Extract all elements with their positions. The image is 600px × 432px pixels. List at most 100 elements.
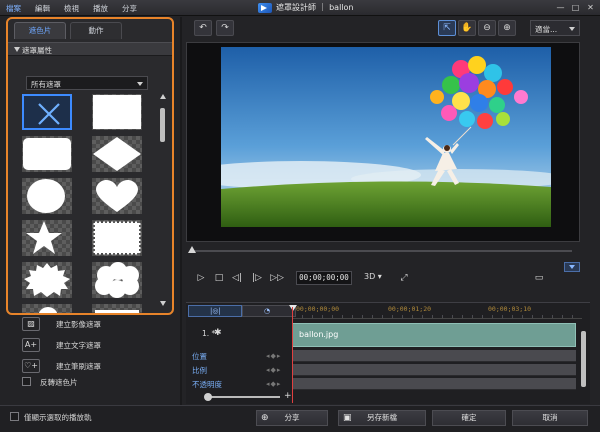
share-button[interactable]: ⊕ 分享 bbox=[256, 410, 328, 426]
zoom-in-icon[interactable]: + bbox=[284, 391, 294, 401]
invert-mask-checkbox[interactable] bbox=[22, 377, 31, 386]
tab-timeline-clock[interactable]: ◔ bbox=[242, 305, 296, 317]
timecode-display[interactable]: 00;00;00;00 bbox=[296, 271, 352, 285]
balloon-girl-photo bbox=[221, 47, 551, 227]
scroll-up-icon[interactable] bbox=[160, 94, 166, 99]
create-text-mask-label: 建立文字遮罩 bbox=[56, 341, 101, 350]
create-brush-mask-button[interactable]: ♡+ 建立筆刷遮罩 bbox=[22, 356, 172, 377]
heart-shape-icon bbox=[96, 180, 138, 212]
next-frame-icon[interactable]: |▷ bbox=[250, 270, 264, 286]
chevron-down-icon bbox=[137, 82, 143, 86]
timeline-scroll-thumb[interactable] bbox=[581, 331, 586, 387]
window-title-text: 遮罩設計師 ｜ ballon bbox=[276, 3, 354, 12]
save-as-label: 另存新檔 bbox=[367, 413, 397, 422]
scroll-thumb[interactable] bbox=[160, 108, 165, 142]
keyframe-row-label: 不透明度 bbox=[192, 380, 222, 389]
menu-view[interactable]: 檢視 bbox=[64, 3, 79, 14]
create-text-mask-button[interactable]: A+ 建立文字遮罩 bbox=[22, 335, 172, 356]
mask-rectangle[interactable] bbox=[92, 94, 142, 130]
cancel-button[interactable]: 取消 bbox=[512, 410, 588, 426]
zoom-level-dropdown[interactable]: 適當... bbox=[530, 20, 580, 36]
hand-tool-icon[interactable]: ✋ bbox=[458, 20, 476, 36]
show-selected-track-checkbox[interactable] bbox=[10, 412, 19, 421]
keyframe-lane[interactable] bbox=[292, 364, 576, 376]
no-mask-x-icon bbox=[38, 103, 60, 125]
time-ruler[interactable]: 00;00;00;00 00;00;01;20 00;00;03;10 bbox=[292, 305, 582, 319]
keyframe-row-scale: 比例 ◂◆▸ bbox=[188, 363, 580, 377]
clip-name: ballon.jpg bbox=[299, 330, 339, 339]
timeline-scrollbar[interactable] bbox=[580, 323, 587, 397]
mask-none[interactable] bbox=[22, 94, 72, 130]
keyframe-view-icon: |◎| bbox=[210, 307, 221, 315]
timeline-zoom-slider[interactable]: + bbox=[188, 391, 580, 401]
panel-tabs: 遮色片 動作 bbox=[14, 22, 122, 39]
track-settings-icon[interactable]: ✱ bbox=[214, 328, 222, 338]
3d-mode-toggle[interactable]: 3D ▾ bbox=[364, 272, 382, 281]
circle-shape-icon bbox=[27, 179, 65, 213]
zoom-out-icon[interactable]: ⊖ bbox=[478, 20, 496, 36]
previous-frame-icon[interactable]: ◁| bbox=[230, 270, 244, 286]
ruler-tick-label: 00;00;01;20 bbox=[388, 305, 432, 313]
scrubber-handle[interactable] bbox=[188, 246, 196, 253]
brush-mask-icon: ♡+ bbox=[22, 359, 40, 373]
zoom-level-value: 適當... bbox=[535, 25, 558, 34]
ok-button[interactable]: 確定 bbox=[432, 410, 506, 426]
mask-create-actions: ▨ 建立影像遮罩 A+ 建立文字遮罩 ♡+ 建立筆刷遮罩 bbox=[22, 314, 172, 377]
mask-stamp[interactable] bbox=[92, 220, 142, 256]
mask-gallery bbox=[22, 94, 152, 313]
mask-heart[interactable] bbox=[92, 178, 142, 214]
diamond-shape-icon bbox=[93, 137, 141, 171]
minimize-button[interactable]: — bbox=[555, 2, 566, 13]
app-logo-icon bbox=[258, 2, 272, 13]
zoom-in-icon[interactable]: ⊕ bbox=[498, 20, 516, 36]
menu-edit[interactable]: 編輯 bbox=[35, 3, 50, 14]
share-label: 分享 bbox=[284, 413, 300, 422]
play-icon[interactable]: ▷ bbox=[194, 270, 208, 286]
preview-image bbox=[221, 47, 551, 227]
tab-mask[interactable]: 遮色片 bbox=[14, 22, 66, 39]
tab-motion[interactable]: 動作 bbox=[70, 22, 122, 39]
mask-cloud[interactable] bbox=[92, 262, 142, 298]
preview-canvas[interactable] bbox=[186, 42, 580, 242]
zoom-slider-track[interactable] bbox=[208, 396, 280, 398]
select-move-tool-icon[interactable]: ⇱ bbox=[438, 20, 456, 36]
menu-share[interactable]: 分享 bbox=[122, 3, 137, 14]
timeline-playhead[interactable] bbox=[289, 305, 297, 311]
scroll-down-icon[interactable] bbox=[160, 301, 166, 306]
mask-gallery-scrollbar[interactable] bbox=[159, 94, 167, 306]
close-button[interactable]: ✕ bbox=[585, 2, 596, 13]
star-shape-icon bbox=[26, 221, 62, 254]
tab-timeline-keyframes[interactable]: |◎| bbox=[188, 305, 242, 317]
mask-circle[interactable] bbox=[22, 178, 72, 214]
keyframe-nav-icon[interactable]: ◂◆▸ bbox=[266, 380, 281, 388]
menu-file[interactable]: 檔案 bbox=[6, 3, 21, 14]
create-image-mask-button[interactable]: ▨ 建立影像遮罩 bbox=[22, 314, 172, 335]
keyframe-lane[interactable] bbox=[292, 350, 576, 362]
mask-star[interactable] bbox=[22, 220, 72, 256]
window-controls: — □ ✕ bbox=[555, 2, 596, 13]
maximize-button[interactable]: □ bbox=[570, 2, 581, 13]
mask-properties-header[interactable]: 遮罩屬性 bbox=[8, 42, 172, 56]
keyframe-nav-icon[interactable]: ◂◆▸ bbox=[266, 366, 281, 374]
title-bar: 檔案 編輯 檢視 播放 分享 遮罩設計師 ｜ ballon — □ ✕ bbox=[0, 0, 600, 16]
mask-burst[interactable] bbox=[22, 262, 72, 298]
redo-button[interactable]: ↷ bbox=[216, 20, 234, 36]
preview-scrubber[interactable] bbox=[188, 246, 576, 254]
stop-icon[interactable]: □ bbox=[212, 270, 226, 286]
panel-splitter[interactable] bbox=[180, 17, 182, 407]
scrubber-track[interactable] bbox=[194, 250, 572, 252]
menu-play[interactable]: 播放 bbox=[93, 3, 108, 14]
display-settings-icon[interactable]: ▭ bbox=[532, 270, 546, 286]
save-as-button[interactable]: ▣ 另存新檔 bbox=[338, 410, 426, 426]
keyframe-lane[interactable] bbox=[292, 378, 576, 390]
fullscreen-icon[interactable]: ⤢ bbox=[397, 270, 411, 286]
keyframe-nav-icon[interactable]: ◂◆▸ bbox=[266, 352, 281, 360]
mask-filter-dropdown[interactable]: 所有遮罩 bbox=[26, 76, 148, 90]
undo-button[interactable]: ↶ bbox=[194, 20, 212, 36]
fast-forward-icon[interactable]: ▷▷ bbox=[270, 270, 284, 286]
bottom-bar: 僅顯示選取的播放軌 ⊕ 分享 ▣ 另存新檔 確定 取消 bbox=[0, 405, 600, 432]
mask-diamond[interactable] bbox=[92, 136, 142, 172]
zoom-slider-knob[interactable] bbox=[204, 393, 212, 401]
timeline-clip[interactable]: ballon.jpg bbox=[292, 323, 576, 347]
mask-rounded-rectangle[interactable] bbox=[22, 136, 72, 172]
